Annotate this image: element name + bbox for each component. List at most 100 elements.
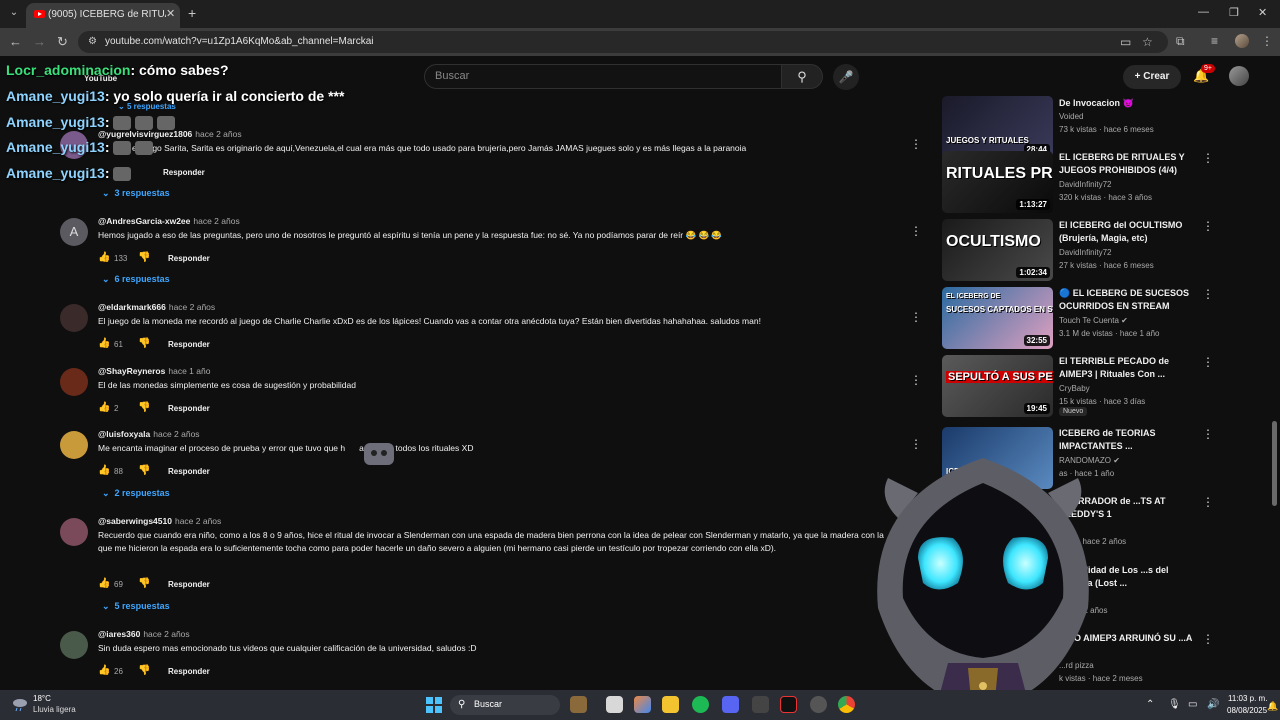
browser-profile-avatar[interactable] <box>1235 34 1249 48</box>
reply-button[interactable]: Responder <box>168 667 210 676</box>
channel-name[interactable]: DavidInfinity72 <box>1059 180 1111 189</box>
microphone-icon[interactable]: 🎤 <box>833 64 859 90</box>
replies-toggle[interactable]: ⌄ 3 respuestas <box>102 188 170 199</box>
window-close-icon[interactable]: ✕ <box>1258 6 1267 19</box>
video-title[interactable]: 🔵 EL ICEBERG DE SUCESOS OCURRIDOS EN STR… <box>1059 287 1199 313</box>
taskbar-app-icon[interactable] <box>752 696 769 713</box>
recommended-video[interactable]: OCULTISMO 1:02:34 El ICEBERG del OCULTISM… <box>942 219 1242 281</box>
comment-author[interactable]: @ShayReyneros hace 1 año <box>98 366 210 376</box>
comment-author[interactable]: @luisfoxyala hace 2 años <box>98 429 200 439</box>
task-view-icon[interactable] <box>606 696 623 713</box>
channel-name[interactable]: Voided <box>1059 112 1083 121</box>
back-icon[interactable]: ← <box>9 34 22 49</box>
address-bar[interactable]: ⚙ youtube.com/watch?v=u1Zp1A6KqMo&ab_cha… <box>78 31 1168 53</box>
comment-author[interactable]: @saberwings4510 hace 2 años <box>98 516 221 526</box>
chrome-icon[interactable] <box>838 696 855 713</box>
recommended-video[interactable]: SEPULTÓ A SUS PERROS 19:45 El TERRIBLE PE… <box>942 355 1242 417</box>
recommended-video[interactable]: RITUALES PROHIBIDOS 1:13:27 EL ICEBERG DE… <box>942 151 1242 213</box>
network-icon[interactable]: ▭ <box>1188 699 1197 710</box>
browser-menu-icon[interactable]: ⋮ <box>1261 34 1273 48</box>
video-title[interactable]: El ICEBERG del OCULTISMO (Brujería, Magi… <box>1059 219 1199 245</box>
replies-toggle[interactable]: ⌄ 5 respuestas <box>102 601 170 612</box>
cast-icon[interactable]: ▭ <box>1120 35 1131 49</box>
taskbar-app-icon[interactable] <box>570 696 587 713</box>
bookmark-star-icon[interactable]: ☆ <box>1142 35 1153 49</box>
reply-button[interactable]: Responder <box>168 254 210 263</box>
notifications-icon[interactable]: 🔔 <box>1267 701 1278 712</box>
comment-avatar[interactable] <box>60 431 88 459</box>
channel-name[interactable]: DavidInfinity72 <box>1059 248 1111 257</box>
browser-tab[interactable]: (9005) ICEBERG de RITUALES y ✕ <box>26 3 180 28</box>
minimize-icon[interactable]: — <box>1198 6 1209 18</box>
reply-button[interactable]: Responder <box>168 340 210 349</box>
file-explorer-icon[interactable] <box>662 696 679 713</box>
reply-button[interactable]: Responder <box>163 168 205 177</box>
new-tab-icon[interactable]: + <box>188 5 196 21</box>
dislike-icon[interactable]: 👎 <box>138 665 150 676</box>
like-icon[interactable]: 👍 <box>98 578 110 589</box>
video-menu-icon[interactable]: ⋮ <box>1202 355 1214 369</box>
account-avatar[interactable] <box>1229 66 1249 86</box>
search-icon[interactable]: ⚲ <box>781 64 823 89</box>
video-menu-icon[interactable]: ⋮ <box>1202 151 1214 165</box>
comment-menu-icon[interactable]: ⋮ <box>910 137 922 151</box>
reload-icon[interactable]: ↻ <box>57 34 68 50</box>
video-thumbnail[interactable]: SEPULTÓ A SUS PERROS 19:45 <box>942 355 1053 417</box>
page-scrollbar[interactable] <box>1270 96 1280 690</box>
comment-avatar[interactable] <box>60 518 88 546</box>
windows-start-icon[interactable] <box>426 697 442 713</box>
spotify-icon[interactable] <box>692 696 709 713</box>
reading-list-icon[interactable]: ≡ <box>1211 34 1218 48</box>
copilot-icon[interactable] <box>634 696 651 713</box>
dislike-icon[interactable]: 👎 <box>138 338 150 349</box>
video-title[interactable]: El TERRIBLE PECADO de AIMEP3 | Rituales … <box>1059 355 1199 381</box>
tab-search-icon[interactable]: ⌄ <box>6 5 22 21</box>
search-input[interactable]: Buscar <box>424 64 782 89</box>
dislike-icon[interactable]: 👎 <box>138 402 150 413</box>
clock-time[interactable]: 11:03 p. m. <box>1228 694 1267 703</box>
comment-avatar[interactable] <box>60 304 88 332</box>
dislike-icon[interactable]: 👎 <box>138 465 150 476</box>
video-menu-icon[interactable]: ⋮ <box>1202 427 1214 441</box>
video-title[interactable]: EL ICEBERG DE RITUALES Y JUEGOS PROHIBID… <box>1059 151 1199 177</box>
dislike-icon[interactable]: 👎 <box>138 578 150 589</box>
like-icon[interactable]: 👍 <box>98 665 110 676</box>
weather-desc[interactable]: Lluvia ligera <box>33 705 76 714</box>
video-menu-icon[interactable]: ⋮ <box>1202 219 1214 233</box>
dislike-icon[interactable]: 👎 <box>138 252 150 263</box>
replies-toggle[interactable]: ⌄ 6 respuestas <box>102 274 170 285</box>
obs-icon[interactable] <box>810 696 827 713</box>
comment-author[interactable]: @yugrelvisvirguez1806 hace 2 años <box>98 129 242 139</box>
weather-temp[interactable]: 18°C <box>33 694 51 703</box>
video-thumbnail[interactable]: OCULTISMO 1:02:34 <box>942 219 1053 281</box>
channel-name[interactable]: CryBaby <box>1059 384 1090 393</box>
video-menu-icon[interactable]: ⋮ <box>1202 632 1214 646</box>
discord-icon[interactable] <box>722 696 739 713</box>
tiktok-icon[interactable] <box>780 696 797 713</box>
site-info-icon[interactable]: ⚙ <box>88 36 97 47</box>
video-menu-icon[interactable]: ⋮ <box>1202 287 1214 301</box>
like-icon[interactable]: 👍 <box>98 402 110 413</box>
forward-icon[interactable]: → <box>33 34 46 49</box>
clock-date[interactable]: 08/08/2025 <box>1227 706 1267 715</box>
channel-name[interactable]: Touch Te Cuenta ✔ <box>1059 316 1128 325</box>
reply-button[interactable]: Responder <box>168 580 210 589</box>
video-thumbnail[interactable]: RITUALES PROHIBIDOS 1:13:27 <box>942 151 1053 213</box>
comment-menu-icon[interactable]: ⋮ <box>910 373 922 387</box>
rain-cloud-icon[interactable] <box>12 696 28 712</box>
comment-avatar[interactable] <box>60 368 88 396</box>
recommended-video[interactable]: EL ICEBERG DE SUCESOS CAPTADOS EN STREAM 3… <box>942 287 1242 349</box>
restore-icon[interactable]: ❐ <box>1229 6 1239 19</box>
video-title[interactable]: De Invocacion 👿 <box>1059 97 1199 110</box>
video-thumbnail[interactable]: EL ICEBERG DE SUCESOS CAPTADOS EN STREAM 3… <box>942 287 1053 349</box>
like-icon[interactable]: 👍 <box>98 465 110 476</box>
comment-menu-icon[interactable]: ⋮ <box>910 224 922 238</box>
microphone-tray-icon[interactable]: 🎙 <box>1168 699 1181 710</box>
comment-author[interactable]: @AndresGarcia-xw2ee hace 2 años <box>98 216 240 226</box>
extensions-icon[interactable]: ⧉ <box>1176 34 1185 49</box>
like-icon[interactable]: 👍 <box>98 338 110 349</box>
video-thumbnail[interactable]: JUEGOS Y RITUALES 28:44 <box>942 96 1053 158</box>
tray-chevron-icon[interactable]: ⌃ <box>1146 699 1154 710</box>
comment-author[interactable]: @eldarkmark666 hace 2 años <box>98 302 215 312</box>
recommended-video[interactable]: JUEGOS Y RITUALES 28:44 De Invocacion 👿 V… <box>942 96 1242 158</box>
